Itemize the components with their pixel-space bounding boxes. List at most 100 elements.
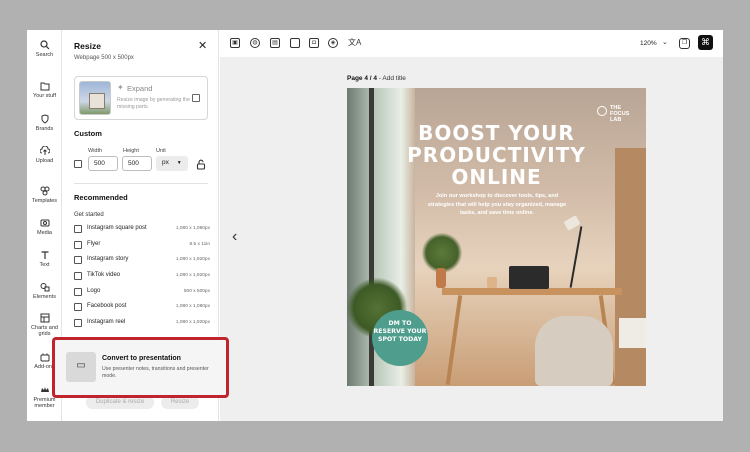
page-number: Page 4 / 4 bbox=[347, 75, 377, 82]
preset-item[interactable]: Instagram reel 1,080 x 1,920px bbox=[74, 318, 210, 328]
preset-item[interactable]: Instagram story 1,080 x 1,920px bbox=[74, 255, 210, 265]
recommended-title: Recommended bbox=[74, 193, 128, 202]
preset-item[interactable]: Instagram square post 1,080 x 1,080px bbox=[74, 224, 210, 234]
crop-icon[interactable]: ◘ bbox=[309, 38, 319, 48]
canvas-area: Page 4 / 4 - Add title ‹ THE FOCUS LAB B… bbox=[220, 57, 723, 421]
preset-checkbox[interactable] bbox=[74, 303, 82, 311]
convert-title: Convert to presentation bbox=[102, 355, 181, 362]
desk-graphic bbox=[442, 288, 622, 295]
preset-checkbox[interactable] bbox=[74, 256, 82, 264]
cta-badge[interactable]: DM TO RESERVE YOUR SPOT TODAY bbox=[372, 310, 428, 366]
laptop-graphic bbox=[509, 266, 549, 289]
zoom-level[interactable]: 120% bbox=[640, 40, 657, 47]
rail-search[interactable]: Search bbox=[27, 40, 62, 58]
custom-title: Custom bbox=[74, 129, 102, 138]
rail-label: Premium member bbox=[33, 397, 56, 409]
rail-media[interactable]: Media bbox=[27, 218, 62, 236]
rail-upload[interactable]: Upload bbox=[27, 146, 62, 164]
expand-checkbox[interactable] bbox=[192, 94, 200, 102]
expand-thumbnail bbox=[79, 81, 111, 115]
previous-page-icon[interactable]: ‹ bbox=[232, 228, 237, 246]
headline-line-1[interactable]: BOOST YOUR bbox=[347, 121, 646, 145]
divider bbox=[74, 183, 208, 184]
animate-icon[interactable]: ▣ bbox=[230, 38, 240, 48]
preset-checkbox[interactable] bbox=[74, 225, 82, 233]
preset-checkbox[interactable] bbox=[74, 241, 82, 249]
rail-label: Elements bbox=[33, 294, 56, 300]
pages-icon[interactable]: ❐ bbox=[679, 38, 690, 49]
rail-label: Charts and grids bbox=[31, 325, 58, 337]
unit-select[interactable]: px ▼ bbox=[156, 156, 188, 171]
desk-leg-graphic bbox=[445, 295, 463, 385]
rail-label: Upload bbox=[35, 158, 54, 164]
rail-text[interactable]: Text bbox=[27, 250, 62, 268]
chair-graphic bbox=[535, 316, 613, 386]
current-size: Webpage 500 x 500px bbox=[74, 55, 134, 61]
expand-card[interactable]: ✦ Expand Resize image by generating the … bbox=[74, 76, 208, 120]
headline-line-3[interactable]: ONLINE bbox=[347, 165, 646, 189]
height-input[interactable]: 500 bbox=[122, 156, 152, 171]
preset-item[interactable]: Flyer 8.5 x 11in bbox=[74, 240, 210, 250]
lock-icon[interactable] bbox=[196, 159, 206, 170]
brand-icon bbox=[41, 114, 48, 124]
unit-value: px bbox=[162, 159, 169, 166]
convert-to-presentation-card[interactable]: ▭ Convert to presentation Use presenter … bbox=[52, 337, 229, 398]
rail-label: Brands bbox=[35, 126, 54, 132]
mug-graphic bbox=[487, 277, 497, 288]
convert-description: Use presenter notes, transitions and pre… bbox=[102, 366, 209, 379]
charts-icon bbox=[40, 313, 49, 323]
width-label: Width bbox=[88, 148, 103, 154]
media-icon bbox=[40, 219, 49, 227]
preset-size: 1,080 x 1,080px bbox=[175, 226, 210, 231]
search-icon bbox=[39, 40, 49, 50]
preset-checkbox[interactable] bbox=[74, 288, 82, 296]
rail-label: Templates bbox=[31, 198, 58, 204]
preset-name: TikTok video bbox=[87, 272, 121, 278]
rail-templates[interactable]: Templates bbox=[27, 186, 62, 204]
layout-icon[interactable]: ▤ bbox=[270, 38, 280, 48]
width-input[interactable]: 500 bbox=[88, 156, 118, 171]
vase-graphic bbox=[436, 268, 446, 288]
chevron-down-icon: ▼ bbox=[176, 160, 182, 166]
preset-checkbox[interactable] bbox=[74, 319, 82, 327]
preset-item[interactable]: TikTok video 1,080 x 1,920px bbox=[74, 271, 210, 281]
preset-size: 1,080 x 1,080px bbox=[175, 304, 210, 309]
rail-brands[interactable]: Brands bbox=[27, 114, 62, 132]
desk-plant-graphic bbox=[421, 233, 463, 273]
preset-name: Flyer bbox=[87, 241, 101, 247]
page-title: - Add title bbox=[377, 75, 406, 82]
presentation-icon: ▭ bbox=[66, 352, 96, 382]
rail-label: Search bbox=[35, 52, 54, 58]
color-icon[interactable]: ◍ bbox=[250, 38, 260, 48]
preset-size: 1,080 x 1,920px bbox=[175, 273, 210, 278]
panel-title: Resize bbox=[74, 41, 101, 51]
translate-icon[interactable]: 文A bbox=[348, 37, 361, 48]
page-label[interactable]: Page 4 / 4 - Add title bbox=[347, 75, 406, 82]
expand-label: Expand bbox=[127, 84, 153, 93]
custom-checkbox[interactable] bbox=[74, 160, 82, 168]
upload-icon bbox=[39, 146, 50, 155]
preset-checkbox[interactable] bbox=[74, 272, 82, 280]
headline-line-2[interactable]: PRODUCTIVITY bbox=[347, 143, 646, 167]
preset-item[interactable]: Facebook post 1,080 x 1,080px bbox=[74, 302, 210, 312]
resize-mode-icon[interactable]: ⌘ bbox=[698, 35, 713, 50]
get-started-label: Get started bbox=[74, 212, 104, 218]
layers-icon[interactable]: ◈ bbox=[328, 38, 338, 48]
addons-icon bbox=[40, 353, 49, 362]
shape-icon[interactable] bbox=[290, 38, 300, 48]
rail-your-stuff[interactable]: Your stuff bbox=[27, 81, 62, 99]
preset-size: 8.5 x 11in bbox=[189, 242, 210, 247]
brain-icon bbox=[597, 106, 607, 116]
rail-elements[interactable]: Elements bbox=[27, 282, 62, 300]
preset-item[interactable]: Logo 500 x 500px bbox=[74, 287, 210, 297]
close-icon[interactable]: ✕ bbox=[198, 39, 207, 52]
unit-label: Unit bbox=[156, 148, 166, 154]
preset-size: 1,080 x 1,920px bbox=[175, 257, 210, 262]
premium-icon bbox=[40, 387, 49, 392]
chevron-down-icon[interactable]: ⌄ bbox=[662, 38, 668, 46]
expand-description: Resize image by generating the missing p… bbox=[117, 97, 190, 110]
body-copy[interactable]: Join our workshop to discover tools, tip… bbox=[422, 192, 572, 218]
design-page[interactable]: THE FOCUS LAB BOOST YOUR PRODUCTIVITY ON… bbox=[347, 88, 646, 386]
rail-charts[interactable]: Charts and grids bbox=[27, 313, 62, 337]
preset-size: 500 x 500px bbox=[183, 289, 210, 294]
